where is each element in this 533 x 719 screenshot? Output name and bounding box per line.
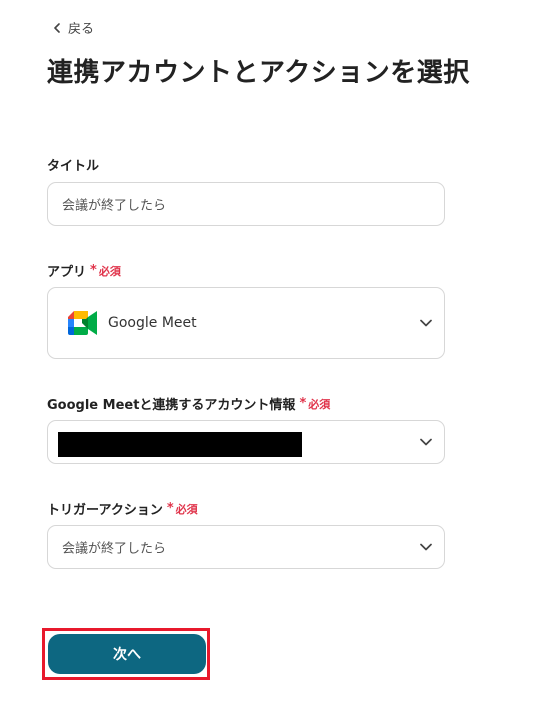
account-field-label: Google Meetと連携するアカウント情報 * 必須 xyxy=(47,394,330,413)
app-name: Google Meet xyxy=(108,315,197,331)
title-field-label: タイトル xyxy=(47,155,99,174)
app-label-text: アプリ xyxy=(47,265,87,280)
app-select[interactable]: Google Meet xyxy=(47,287,445,359)
back-label: 戻る xyxy=(68,22,95,37)
required-badge: * 必須 xyxy=(167,501,198,517)
redacted-account-value xyxy=(58,432,302,457)
page-title: 連携アカウントとアクションを選択 xyxy=(47,58,470,88)
account-label-text: Google Meetと連携するアカウント情報 xyxy=(47,398,296,413)
trigger-field-label: トリガーアクション * 必須 xyxy=(47,499,198,518)
account-select[interactable] xyxy=(47,420,445,464)
required-badge: * 必須 xyxy=(299,396,330,412)
trigger-select[interactable]: 会議が終了したら xyxy=(47,525,445,569)
title-label-text: タイトル xyxy=(47,159,100,174)
required-text: 必須 xyxy=(175,502,198,516)
back-link[interactable]: 戻る xyxy=(52,18,94,37)
chevron-left-icon xyxy=(54,22,60,33)
title-input-value: 会議が終了したら xyxy=(62,198,167,214)
chevron-down-icon xyxy=(420,438,432,446)
chevron-down-icon xyxy=(420,543,432,551)
required-badge: * 必須 xyxy=(90,263,121,279)
required-text: 必須 xyxy=(308,397,331,411)
required-mark: * xyxy=(90,263,97,278)
title-input[interactable]: 会議が終了したら xyxy=(47,182,445,226)
required-text: 必須 xyxy=(98,264,121,278)
required-mark: * xyxy=(299,396,307,411)
next-button[interactable]: 次へ xyxy=(48,634,206,674)
trigger-label-text: トリガーアクション xyxy=(47,503,163,518)
chevron-down-icon xyxy=(420,319,432,327)
trigger-select-value: 会議が終了したら xyxy=(62,541,167,557)
app-field-label: アプリ * 必須 xyxy=(47,261,121,280)
required-mark: * xyxy=(166,501,174,516)
app-selected-value: Google Meet xyxy=(68,311,197,335)
google-meet-icon xyxy=(68,311,97,335)
